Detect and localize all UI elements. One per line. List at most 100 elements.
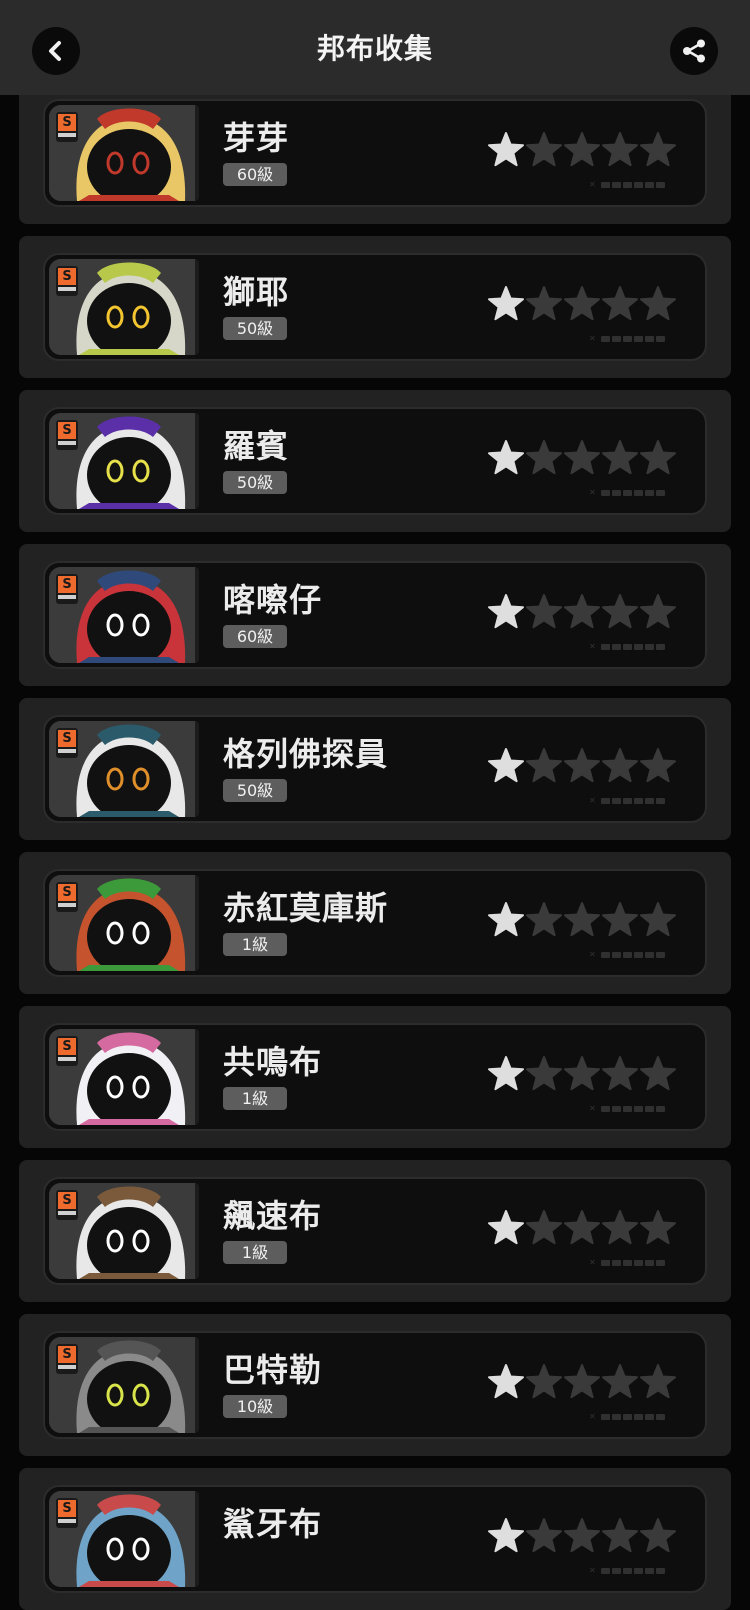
progress-segment — [601, 336, 610, 342]
bangboo-card[interactable]: S 格列佛探員 50級 ✕ — [19, 698, 731, 840]
s-rank-badge-icon: S — [56, 1498, 78, 1528]
progress-segment — [634, 1414, 643, 1420]
progress-segment — [645, 490, 654, 496]
bangboo-card[interactable]: S 赤紅莫庫斯 1級 ✕ — [19, 852, 731, 994]
star-empty-icon — [564, 286, 600, 321]
progress-segment — [612, 1568, 621, 1574]
progress-segment — [645, 1414, 654, 1420]
level-badge: 50級 — [223, 471, 287, 494]
star-empty-icon — [526, 132, 562, 167]
progress-segment — [634, 1260, 643, 1266]
progress-cross-icon: ✕ — [589, 1258, 596, 1267]
progress-segment — [601, 1414, 610, 1420]
bangboo-card[interactable]: S 飆速布 1級 ✕ — [19, 1160, 731, 1302]
star-empty-icon — [526, 594, 562, 629]
bangboo-card-inner: S 共鳴布 1級 ✕ — [43, 1023, 707, 1131]
star-empty-icon — [602, 1518, 638, 1553]
progress-segment — [601, 490, 610, 496]
star-empty-icon — [640, 902, 676, 937]
star-empty-icon — [564, 748, 600, 783]
bangboo-name: 巴特勒 — [223, 1351, 323, 1389]
progress-segment — [634, 1106, 643, 1112]
bangboo-portrait: S — [49, 875, 199, 971]
bangboo-card[interactable]: S 芽芽 60級 ✕ — [19, 82, 731, 224]
progress-segment — [634, 952, 643, 958]
star-filled-icon — [488, 132, 524, 167]
star-empty-icon — [526, 440, 562, 475]
progress-segment — [612, 644, 621, 650]
star-empty-icon — [640, 1056, 676, 1091]
progress-segment — [623, 490, 632, 496]
level-badge: 50級 — [223, 317, 287, 340]
bangboo-card-inner: S 羅賓 50級 ✕ — [43, 407, 707, 515]
progress-segment — [601, 1260, 610, 1266]
progress-segment — [645, 336, 654, 342]
bangboo-portrait: S — [49, 567, 199, 663]
progress-segment — [612, 1414, 621, 1420]
star-empty-icon — [564, 132, 600, 167]
bangboo-card[interactable]: S 喀嚓仔 60級 ✕ — [19, 544, 731, 686]
bangboo-name: 鯊牙布 — [223, 1505, 323, 1543]
star-filled-icon — [488, 594, 524, 629]
star-empty-icon — [640, 132, 676, 167]
star-empty-icon — [640, 748, 676, 783]
star-filled-icon — [488, 1364, 524, 1399]
bangboo-name: 獅耶 — [223, 273, 290, 311]
star-filled-icon — [488, 1056, 524, 1091]
progress-segment — [623, 1106, 632, 1112]
star-empty-icon — [602, 132, 638, 167]
bangboo-card[interactable]: S 獅耶 50級 ✕ — [19, 236, 731, 378]
progress-segment — [656, 336, 665, 342]
bangboo-portrait: S — [49, 1029, 199, 1125]
progress-cross-icon: ✕ — [589, 642, 596, 651]
progress-cross-icon: ✕ — [589, 1104, 596, 1113]
bangboo-card[interactable]: S 鯊牙布 ✕ — [19, 1468, 731, 1610]
bangboo-card-inner: S 喀嚓仔 60級 ✕ — [43, 561, 707, 669]
progress-segment — [601, 952, 610, 958]
star-empty-icon — [526, 902, 562, 937]
bangboo-portrait: S — [49, 105, 199, 201]
s-rank-badge-icon: S — [56, 882, 78, 912]
bangboo-card[interactable]: S 羅賓 50級 ✕ — [19, 390, 731, 532]
rank-letter: S — [58, 1346, 76, 1363]
star-progress: ✕ — [589, 1413, 667, 1421]
bangboo-card-inner: S 格列佛探員 50級 ✕ — [43, 715, 707, 823]
star-empty-icon — [602, 748, 638, 783]
level-badge: 60級 — [223, 163, 287, 186]
progress-segment — [623, 952, 632, 958]
star-empty-icon — [564, 1364, 600, 1399]
rank-letter: S — [58, 114, 76, 131]
star-empty-icon — [640, 1518, 676, 1553]
star-empty-icon — [526, 286, 562, 321]
level-badge: 1級 — [223, 933, 287, 956]
level-badge: 1級 — [223, 1087, 287, 1110]
progress-segment — [656, 1260, 665, 1266]
star-progress: ✕ — [589, 1259, 667, 1267]
star-empty-icon — [564, 1518, 600, 1553]
progress-segment — [623, 798, 632, 804]
star-progress: ✕ — [589, 797, 667, 805]
progress-cross-icon: ✕ — [589, 180, 596, 189]
progress-segment — [634, 336, 643, 342]
star-empty-icon — [640, 594, 676, 629]
star-empty-icon — [640, 440, 676, 475]
star-empty-icon — [602, 1210, 638, 1245]
level-badge: 50級 — [223, 779, 287, 802]
bangboo-card-inner: S 巴特勒 10級 ✕ — [43, 1331, 707, 1439]
progress-segment — [612, 182, 621, 188]
bangboo-name: 羅賓 — [223, 427, 290, 465]
star-empty-icon — [602, 1056, 638, 1091]
star-empty-icon — [526, 1518, 562, 1553]
s-rank-badge-icon: S — [56, 574, 78, 604]
star-empty-icon — [602, 1364, 638, 1399]
progress-segment — [634, 798, 643, 804]
s-rank-badge-icon: S — [56, 112, 78, 142]
star-filled-icon — [488, 286, 524, 321]
progress-segment — [656, 644, 665, 650]
progress-segment — [645, 798, 654, 804]
s-rank-badge-icon: S — [56, 1344, 78, 1374]
share-button[interactable] — [670, 27, 718, 75]
bangboo-card[interactable]: S 巴特勒 10級 ✕ — [19, 1314, 731, 1456]
bangboo-name: 喀嚓仔 — [223, 581, 323, 619]
bangboo-card[interactable]: S 共鳴布 1級 ✕ — [19, 1006, 731, 1148]
